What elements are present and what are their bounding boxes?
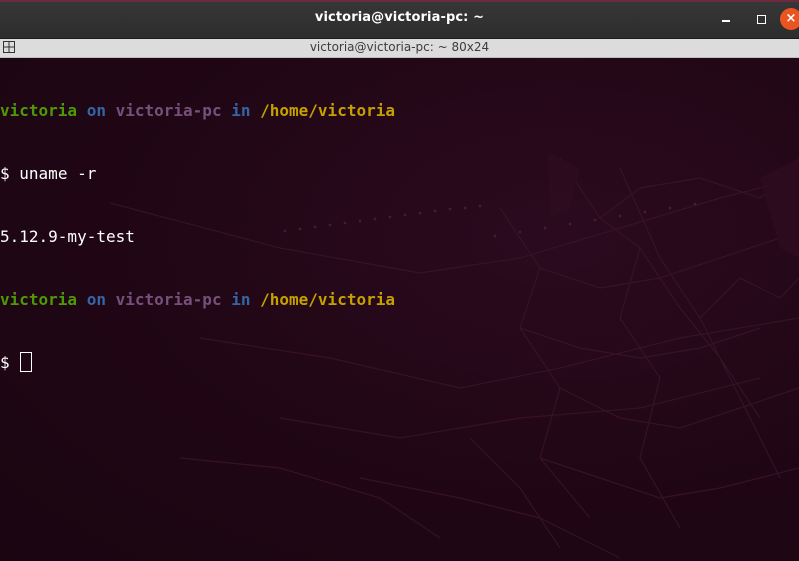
prompt-on: on xyxy=(86,290,106,309)
minimize-icon[interactable] xyxy=(715,8,737,30)
tab-header: victoria@victoria-pc: ~ 80x24 xyxy=(0,39,799,58)
prompt-symbol: $ xyxy=(0,353,10,372)
prompt-line: victoria on victoria-pc in /home/victori… xyxy=(0,100,395,121)
tab-title: victoria@victoria-pc: ~ 80x24 xyxy=(309,40,490,54)
text-cursor xyxy=(20,352,33,372)
prompt-symbol: $ xyxy=(0,164,10,183)
prompt-on: on xyxy=(86,101,106,120)
prompt-user: victoria xyxy=(0,101,78,120)
terminal-output: victoria on victoria-pc in /home/victori… xyxy=(0,58,395,415)
command-output: 5.12.9-my-test xyxy=(0,227,135,246)
prompt-host: victoria-pc xyxy=(115,101,222,120)
input-line[interactable]: $ xyxy=(0,352,395,373)
prompt-host: victoria-pc xyxy=(115,290,222,309)
prompt-path: /home/victoria xyxy=(260,101,395,120)
close-icon[interactable]: × xyxy=(780,8,799,30)
command-line: $ uname -r xyxy=(0,163,395,184)
window-title: victoria@victoria-pc: ~ xyxy=(314,10,485,25)
prompt-user: victoria xyxy=(0,290,78,309)
prompt-in: in xyxy=(231,101,251,120)
prompt-path: /home/victoria xyxy=(260,290,395,309)
command-text: uname -r xyxy=(19,164,97,183)
terminal-area[interactable]: victoria on victoria-pc in /home/victori… xyxy=(0,58,799,561)
prompt-in: in xyxy=(231,290,251,309)
terminal-window: victoria@victoria-pc: ~ × victoria@victo… xyxy=(0,0,799,561)
title-bar[interactable]: victoria@victoria-pc: ~ × xyxy=(0,0,799,39)
prompt-line: victoria on victoria-pc in /home/victori… xyxy=(0,289,395,310)
maximize-icon[interactable] xyxy=(750,8,772,30)
